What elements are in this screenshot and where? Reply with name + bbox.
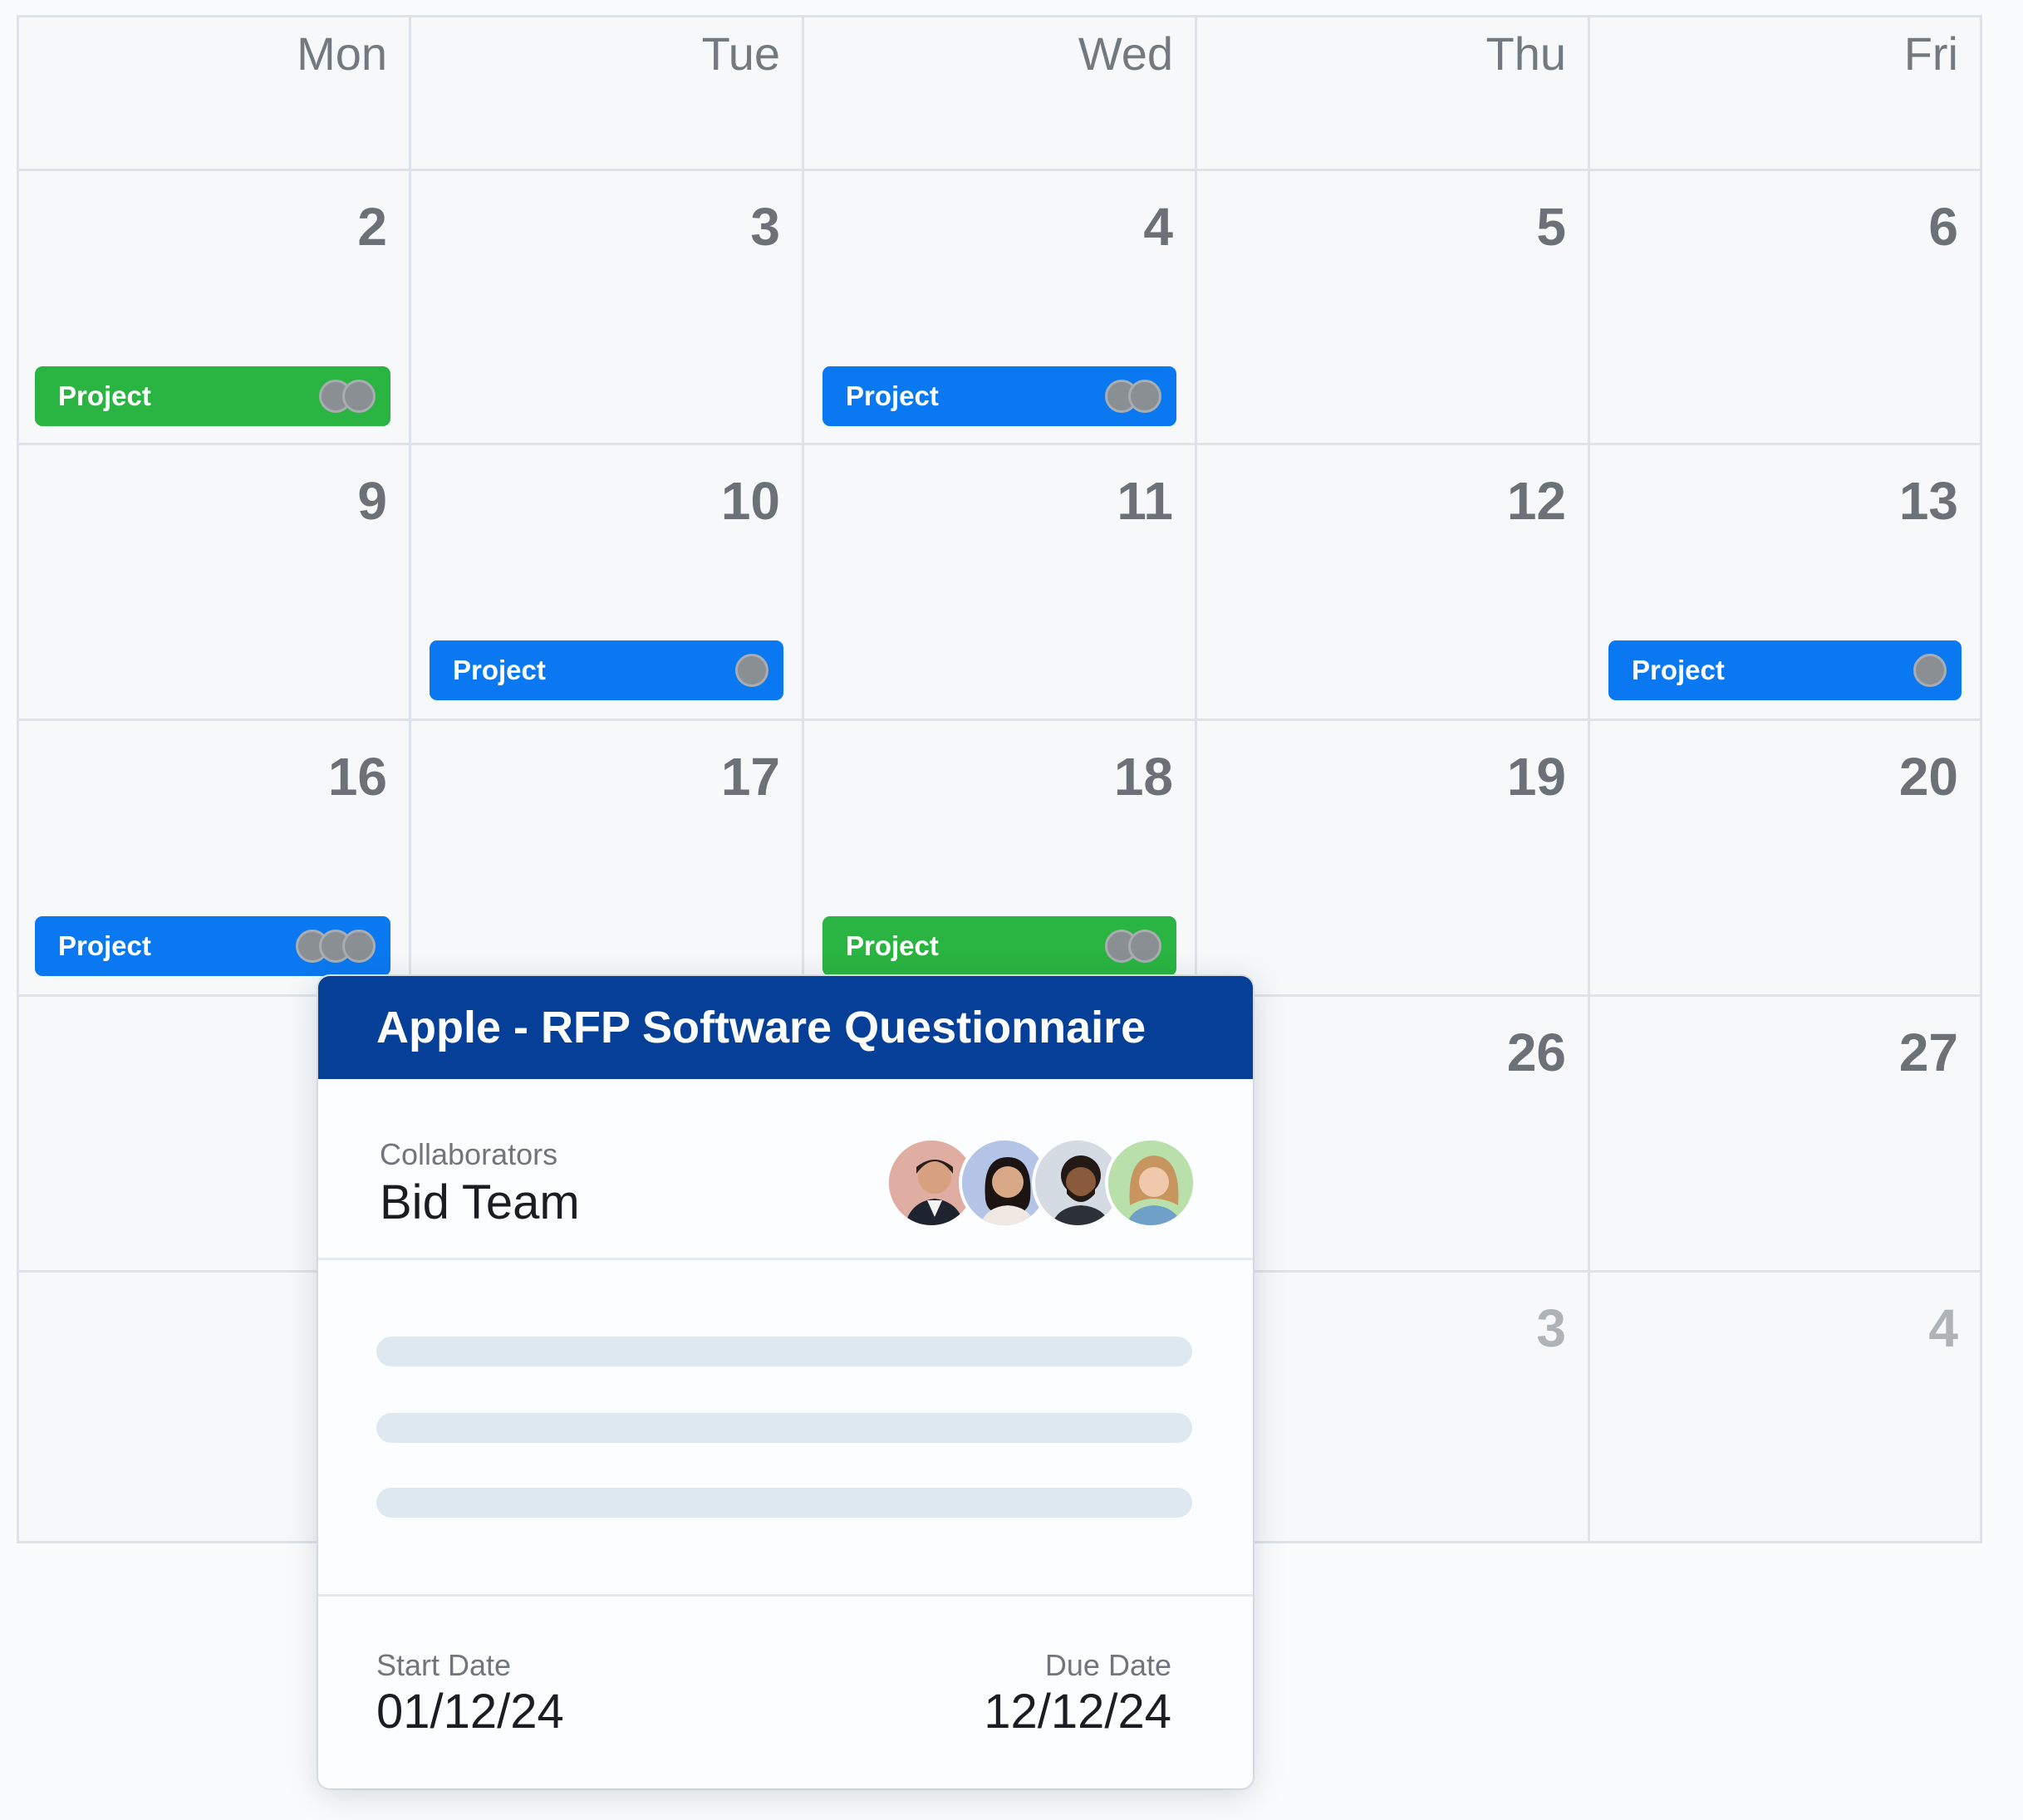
start-date-value: 01/12/24 <box>376 1685 564 1739</box>
day-number: 9 <box>357 471 387 531</box>
day-cell[interactable]: 18 Project <box>804 721 1197 997</box>
day-number: 4 <box>1928 1298 1958 1358</box>
weekday-header-wed: Wed <box>804 15 1197 171</box>
project-event[interactable]: Project <box>822 916 1176 976</box>
day-cell[interactable]: 16 Project <box>17 721 411 997</box>
project-label: Project <box>58 380 151 411</box>
day-number: 6 <box>1928 197 1958 257</box>
collaborator-dots <box>319 380 377 413</box>
day-cell[interactable]: 13 Project <box>1590 445 1982 721</box>
day-cell[interactable]: 5 <box>1197 171 1590 445</box>
day-cell[interactable]: 3 <box>1197 1273 1590 1543</box>
start-date-label: Start Date <box>376 1648 512 1682</box>
day-number: 20 <box>1898 747 1958 807</box>
collaborators-label: Collaborators <box>380 1137 558 1171</box>
day-number: 2 <box>357 197 387 257</box>
weekday-label: Wed <box>1078 27 1173 80</box>
day-number: 18 <box>1113 747 1173 807</box>
avatar-group[interactable] <box>886 1137 1201 1230</box>
day-number: 4 <box>1143 197 1173 257</box>
day-cell[interactable]: 2 Project <box>17 171 411 445</box>
collaborator-dot-icon <box>342 930 376 963</box>
dates-section: Start Date 01/12/24 Due Date 12/12/24 <box>318 1597 1253 1788</box>
day-cell[interactable]: 19 <box>1197 721 1590 997</box>
collaborators-section: Collaborators Bid Team <box>318 1079 1253 1260</box>
day-number: 3 <box>1536 1298 1566 1358</box>
project-event[interactable]: Project <box>35 366 390 426</box>
day-number: 11 <box>1117 471 1173 531</box>
placeholder-line <box>376 1413 1192 1443</box>
collaborator-dots <box>1105 930 1163 963</box>
weekday-header-thu: Thu <box>1197 15 1590 171</box>
day-cell[interactable]: 9 <box>17 445 411 721</box>
project-label: Project <box>846 380 939 411</box>
popup-title: Apple - RFP Software Questionnaire <box>318 976 1253 1079</box>
weekday-header-tue: Tue <box>411 15 804 171</box>
collaborator-dot-icon <box>735 654 768 687</box>
day-cell[interactable]: 11 <box>804 445 1197 721</box>
day-number: 10 <box>720 471 780 531</box>
weekday-header-mon: Mon <box>17 15 411 171</box>
due-date-value: 12/12/24 <box>984 1685 1171 1739</box>
placeholder-line <box>376 1337 1192 1366</box>
collaborator-dot-icon <box>1128 930 1161 963</box>
day-cell[interactable]: 4 Project <box>804 171 1197 445</box>
placeholder-line <box>376 1488 1192 1518</box>
collaborator-dots <box>296 930 377 963</box>
project-label: Project <box>846 930 939 961</box>
collaborator-dots <box>1105 380 1163 413</box>
project-detail-popup[interactable]: Apple - RFP Software Questionnaire Colla… <box>318 976 1253 1788</box>
day-cell[interactable]: 4 <box>1590 1273 1982 1543</box>
day-cell[interactable]: 6 <box>1590 171 1982 445</box>
day-number: 16 <box>327 747 387 807</box>
weekday-label: Mon <box>297 27 387 80</box>
collaborator-dots <box>735 654 770 687</box>
collaborator-dots <box>1913 654 1948 687</box>
project-label: Project <box>58 930 151 961</box>
project-event[interactable]: Project <box>822 366 1176 426</box>
day-cell[interactable]: 10 Project <box>411 445 804 721</box>
day-number: 13 <box>1898 471 1958 531</box>
day-cell[interactable]: 20 <box>1590 721 1982 997</box>
weekday-label: Fri <box>1903 27 1958 80</box>
day-cell[interactable]: 26 <box>1197 997 1590 1273</box>
day-number: 12 <box>1506 471 1566 531</box>
day-number: 5 <box>1536 197 1566 257</box>
weekday-header-fri: Fri <box>1590 15 1982 171</box>
collaborators-value: Bid Team <box>380 1175 580 1229</box>
day-number: 27 <box>1898 1023 1958 1082</box>
collaborator-dot-icon <box>342 380 376 413</box>
day-number: 17 <box>720 747 780 807</box>
day-cell[interactable]: 12 <box>1197 445 1590 721</box>
project-label: Project <box>1632 655 1725 685</box>
day-cell[interactable]: 17 <box>411 721 804 997</box>
weekday-label: Thu <box>1485 27 1567 80</box>
project-label: Project <box>453 655 546 685</box>
project-event[interactable]: Project <box>1608 640 1962 700</box>
day-number: 3 <box>750 197 780 257</box>
due-date-label: Due Date <box>1044 1648 1171 1682</box>
project-event[interactable]: Project <box>430 640 783 700</box>
day-number: 19 <box>1506 747 1566 807</box>
day-cell[interactable]: 27 <box>1590 997 1982 1273</box>
avatar[interactable] <box>1105 1137 1196 1229</box>
weekday-label: Tue <box>701 27 780 80</box>
description-placeholder <box>318 1260 1253 1597</box>
collaborator-dot-icon <box>1913 654 1947 687</box>
day-cell[interactable]: 3 <box>411 171 804 445</box>
day-number: 26 <box>1506 1023 1566 1082</box>
collaborator-dot-icon <box>1128 380 1161 413</box>
project-event[interactable]: Project <box>35 916 390 976</box>
